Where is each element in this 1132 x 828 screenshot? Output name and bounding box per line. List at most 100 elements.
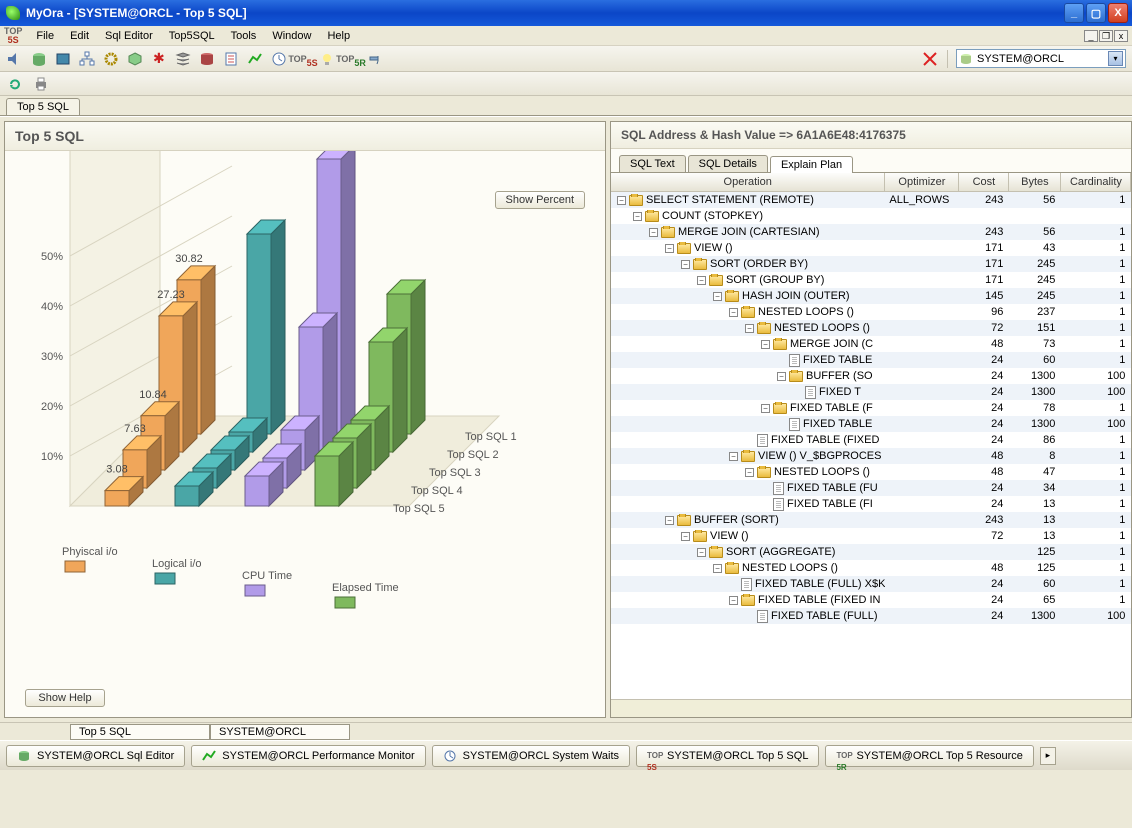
menu-item-edit[interactable]: Edit xyxy=(62,28,97,44)
tree-toggle-icon[interactable]: − xyxy=(681,260,690,269)
toolbar-disconnect-icon[interactable] xyxy=(921,50,939,68)
task-button[interactable]: SYSTEM@ORCL Performance Monitor xyxy=(191,745,425,767)
tree-toggle-icon[interactable]: − xyxy=(777,372,786,381)
toolbar-linechart-icon[interactable] xyxy=(246,50,264,68)
menu-item-file[interactable]: File xyxy=(28,28,62,44)
menu-item-help[interactable]: Help xyxy=(319,28,358,44)
document-tab[interactable]: Top 5 SQL xyxy=(6,98,80,115)
menu-item-sql-editor[interactable]: Sql Editor xyxy=(97,28,161,44)
plan-row[interactable]: −NESTED LOOPS ()481251 xyxy=(611,560,1131,576)
toolbar-db-icon[interactable] xyxy=(198,50,216,68)
toolbar-faucet-icon[interactable] xyxy=(366,50,384,68)
task-button[interactable]: TOP5RSYSTEM@ORCL Top 5 Resource xyxy=(825,745,1033,767)
task-button[interactable]: SYSTEM@ORCL Sql Editor xyxy=(6,745,185,767)
plan-row[interactable]: −VIEW ()72131 xyxy=(611,528,1131,544)
plan-row[interactable]: −SELECT STATEMENT (REMOTE)ALL_ROWS243561 xyxy=(611,192,1131,208)
tree-toggle-icon[interactable]: − xyxy=(713,564,722,573)
tree-toggle-icon[interactable]: − xyxy=(649,228,658,237)
detail-tab-sql-details[interactable]: SQL Details xyxy=(688,155,768,172)
plan-row[interactable]: FIXED TABLE241300100 xyxy=(611,416,1131,432)
menu-item-tools[interactable]: Tools xyxy=(223,28,265,44)
plan-row[interactable]: −NESTED LOOPS ()48471 xyxy=(611,464,1131,480)
menu-item-top5sql[interactable]: Top5SQL xyxy=(161,28,223,44)
window-close-button[interactable]: X xyxy=(1108,3,1128,23)
plan-row[interactable]: −BUFFER (SORT)243131 xyxy=(611,512,1131,528)
tree-toggle-icon[interactable]: − xyxy=(681,532,690,541)
toolbar-tree-icon[interactable] xyxy=(78,50,96,68)
tree-toggle-icon[interactable]: − xyxy=(617,196,626,205)
plan-row[interactable]: −BUFFER (SO241300100 xyxy=(611,368,1131,384)
task-button[interactable]: SYSTEM@ORCL System Waits xyxy=(432,745,630,767)
toolbar-cube-icon[interactable] xyxy=(126,50,144,68)
tree-toggle-icon[interactable]: − xyxy=(633,212,642,221)
plan-row[interactable]: −NESTED LOOPS ()962371 xyxy=(611,304,1131,320)
tree-toggle-icon[interactable]: − xyxy=(697,276,706,285)
menu-item-window[interactable]: Window xyxy=(264,28,319,44)
plan-row[interactable]: FIXED TABLE24601 xyxy=(611,352,1131,368)
toolbar-refresh-icon[interactable] xyxy=(6,75,24,93)
plan-row[interactable]: FIXED TABLE (FULL)241300100 xyxy=(611,608,1131,624)
dropdown-arrow-icon[interactable]: ▾ xyxy=(1108,51,1123,66)
toolbar-sql-icon[interactable] xyxy=(30,50,48,68)
plan-row[interactable]: −VIEW ()171431 xyxy=(611,240,1131,256)
toolbar-speaker-icon[interactable] xyxy=(6,50,24,68)
tree-toggle-icon[interactable]: − xyxy=(665,516,674,525)
show-help-button[interactable]: Show Help xyxy=(25,689,105,707)
toolbar-doc-icon[interactable] xyxy=(222,50,240,68)
toolbar-book-icon[interactable] xyxy=(54,50,72,68)
detail-tab-sql-text[interactable]: SQL Text xyxy=(619,155,686,172)
taskbar-overflow-button[interactable]: ▸ xyxy=(1040,747,1056,765)
plan-row[interactable]: −MERGE JOIN (C48731 xyxy=(611,336,1131,352)
plan-row[interactable]: FIXED TABLE (FULL) X$K24601 xyxy=(611,576,1131,592)
plan-row[interactable]: FIXED TABLE (FIXED24861 xyxy=(611,432,1131,448)
toolbar-stack-icon[interactable] xyxy=(174,50,192,68)
tree-toggle-icon[interactable]: − xyxy=(745,324,754,333)
plan-row[interactable]: −MERGE JOIN (CARTESIAN)243561 xyxy=(611,224,1131,240)
mdi-minimize-button[interactable]: _ xyxy=(1084,30,1098,42)
tree-toggle-icon[interactable]: − xyxy=(697,548,706,557)
task-button[interactable]: TOP5SSYSTEM@ORCL Top 5 SQL xyxy=(636,745,819,767)
toolbar-star-icon[interactable]: ✱ xyxy=(150,50,168,68)
plan-row[interactable]: −SORT (AGGREGATE)1251 xyxy=(611,544,1131,560)
plan-row[interactable]: FIXED TABLE (FI24131 xyxy=(611,496,1131,512)
tree-toggle-icon[interactable]: − xyxy=(665,244,674,253)
tree-toggle-icon[interactable]: − xyxy=(745,468,754,477)
plan-row[interactable]: −SORT (GROUP BY)1712451 xyxy=(611,272,1131,288)
window-maximize-button[interactable]: ▢ xyxy=(1086,3,1106,23)
plan-row[interactable]: FIXED TABLE (FU24341 xyxy=(611,480,1131,496)
toolbar-top5r-icon[interactable]: TOP5R xyxy=(342,50,360,68)
mdi-restore-button[interactable]: ❐ xyxy=(1099,30,1113,42)
plan-row[interactable]: −NESTED LOOPS ()721511 xyxy=(611,320,1131,336)
show-percent-button[interactable]: Show Percent xyxy=(495,191,585,209)
toolbar-top5s-icon[interactable]: TOP5S xyxy=(294,50,312,68)
mdi-close-button[interactable]: x xyxy=(1114,30,1128,42)
plan-row[interactable]: FIXED T241300100 xyxy=(611,384,1131,400)
tree-toggle-icon[interactable]: − xyxy=(729,452,738,461)
toolbar-clock-icon[interactable] xyxy=(270,50,288,68)
plan-row[interactable]: −HASH JOIN (OUTER)1452451 xyxy=(611,288,1131,304)
col-bytes[interactable]: Bytes xyxy=(1009,173,1061,191)
tree-toggle-icon[interactable]: − xyxy=(729,308,738,317)
plan-row[interactable]: −COUNT (STOPKEY) xyxy=(611,208,1131,224)
bottom-tab[interactable]: Top 5 SQL xyxy=(70,724,210,740)
tree-toggle-icon[interactable]: − xyxy=(761,340,770,349)
col-cost[interactable]: Cost xyxy=(959,173,1009,191)
plan-row[interactable]: −FIXED TABLE (F24781 xyxy=(611,400,1131,416)
plan-row[interactable]: −VIEW () V_$BGPROCES4881 xyxy=(611,448,1131,464)
connection-dropdown[interactable]: SYSTEM@ORCL ▾ xyxy=(956,49,1126,68)
explain-plan-tree[interactable]: −SELECT STATEMENT (REMOTE)ALL_ROWS243561… xyxy=(611,192,1131,699)
plan-row[interactable]: −FIXED TABLE (FIXED IN24651 xyxy=(611,592,1131,608)
bottom-tab[interactable]: SYSTEM@ORCL xyxy=(210,724,350,740)
plan-row[interactable]: −SORT (ORDER BY)1712451 xyxy=(611,256,1131,272)
toolbar-gear-icon[interactable] xyxy=(102,50,120,68)
col-optimizer[interactable]: Optimizer xyxy=(885,173,959,191)
window-minimize-button[interactable]: _ xyxy=(1064,3,1084,23)
tree-toggle-icon[interactable]: − xyxy=(729,596,738,605)
toolbar-bulb-icon[interactable] xyxy=(318,50,336,68)
toolbar-print-icon[interactable] xyxy=(32,75,50,93)
tree-toggle-icon[interactable]: − xyxy=(713,292,722,301)
col-operation[interactable]: Operation xyxy=(611,173,885,191)
col-cardinality[interactable]: Cardinality xyxy=(1061,173,1131,191)
detail-tab-explain-plan[interactable]: Explain Plan xyxy=(770,156,853,173)
tree-toggle-icon[interactable]: − xyxy=(761,404,770,413)
